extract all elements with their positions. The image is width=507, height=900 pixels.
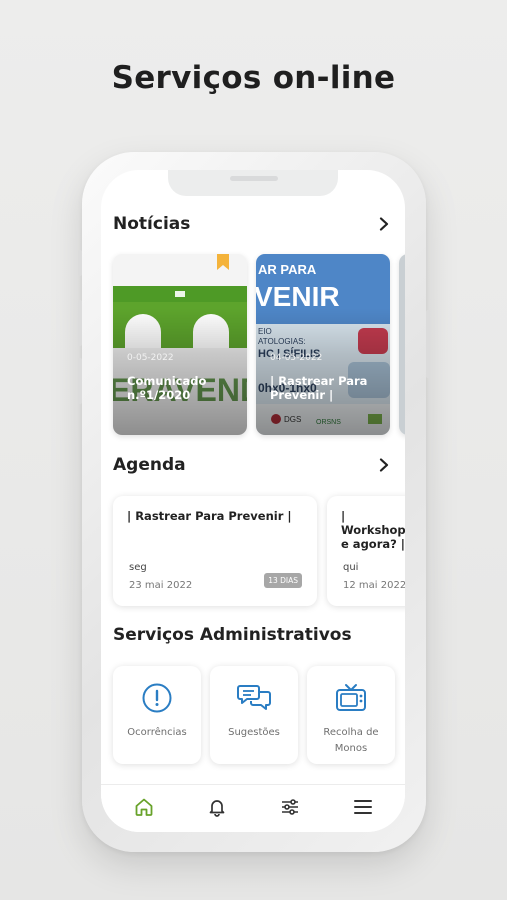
news-section-header: Notícias <box>113 211 393 237</box>
service-label: Sugestões <box>228 727 280 738</box>
agenda-card[interactable]: | Workshop e agora? | qui 12 mai 2022 <box>327 496 405 606</box>
services-section-header: Serviços Administrativos <box>113 622 393 648</box>
home-icon <box>134 797 154 821</box>
news-image <box>399 254 405 435</box>
phone-notch <box>168 170 338 196</box>
agenda-card[interactable]: | Rastrear Para Prevenir | seg 23 mai 20… <box>113 496 317 606</box>
news-carousel[interactable]: ERAVEND 0-05-2022 Comunicado n.º1/2020 A… <box>113 254 405 436</box>
agenda-section-header: Agenda <box>113 452 393 478</box>
bell-icon <box>207 797 227 821</box>
services-grid: Ocorrências Sugestões Recolha de Monos <box>113 666 405 766</box>
bookmark-icon[interactable] <box>217 254 229 274</box>
news-title: Comunicado n.º1/2020 <box>127 374 207 402</box>
news-date: 0-05-2022 <box>127 353 174 363</box>
chevron-right-icon[interactable] <box>375 456 393 474</box>
chevron-right-icon[interactable] <box>375 215 393 233</box>
news-overlay <box>256 254 390 435</box>
news-card-peek[interactable] <box>399 254 405 435</box>
days-remaining-badge: 13 DIAS <box>264 573 302 588</box>
service-label: Ocorrências <box>127 727 187 738</box>
chat-bubbles-icon <box>237 681 271 715</box>
tv-icon <box>334 681 368 715</box>
alert-circle-icon <box>140 681 174 715</box>
agenda-weekday: seg <box>129 562 147 573</box>
nav-home[interactable] <box>124 789 164 829</box>
phone-volume-up <box>78 300 82 346</box>
nav-settings[interactable] <box>270 789 310 829</box>
news-date: 04-05-2022 <box>270 353 323 363</box>
news-section-title: Notícias <box>113 214 191 234</box>
phone-silent-switch <box>78 250 82 276</box>
news-overlay <box>113 254 247 435</box>
phone-screen: Notícias ERAVEND 0-05-2022 Comunicado n.… <box>101 170 405 832</box>
menu-icon <box>353 797 373 821</box>
nav-notifications[interactable] <box>197 789 237 829</box>
occurrences-button[interactable]: Ocorrências <box>113 666 201 764</box>
agenda-date: 12 mai 2022 <box>343 580 405 591</box>
services-section-title: Serviços Administrativos <box>113 625 352 645</box>
agenda-title: | Rastrear Para Prevenir | <box>127 509 292 523</box>
sliders-icon <box>280 797 300 821</box>
phone-power-button <box>426 310 430 378</box>
bottom-navigation <box>101 784 405 832</box>
bulky-waste-button[interactable]: Recolha de Monos <box>307 666 395 764</box>
agenda-carousel[interactable]: | Rastrear Para Prevenir | seg 23 mai 20… <box>113 496 405 608</box>
suggestions-button[interactable]: Sugestões <box>210 666 298 764</box>
agenda-section-title: Agenda <box>113 455 186 475</box>
news-card[interactable]: AR PARA VENIR EIO ATOLOGIAS: HC | SÍFILI… <box>256 254 390 435</box>
nav-menu[interactable] <box>343 789 383 829</box>
phone-volume-down <box>78 358 82 404</box>
agenda-title: | Workshop e agora? | <box>341 509 405 551</box>
news-card[interactable]: ERAVEND 0-05-2022 Comunicado n.º1/2020 <box>113 254 247 435</box>
service-label: Recolha de Monos <box>323 727 379 754</box>
page-headline: Serviços on-line <box>111 60 396 96</box>
agenda-date: 23 mai 2022 <box>129 580 193 591</box>
news-title: | Rastrear Para Prevenir | <box>270 374 368 402</box>
agenda-weekday: qui <box>343 562 359 573</box>
